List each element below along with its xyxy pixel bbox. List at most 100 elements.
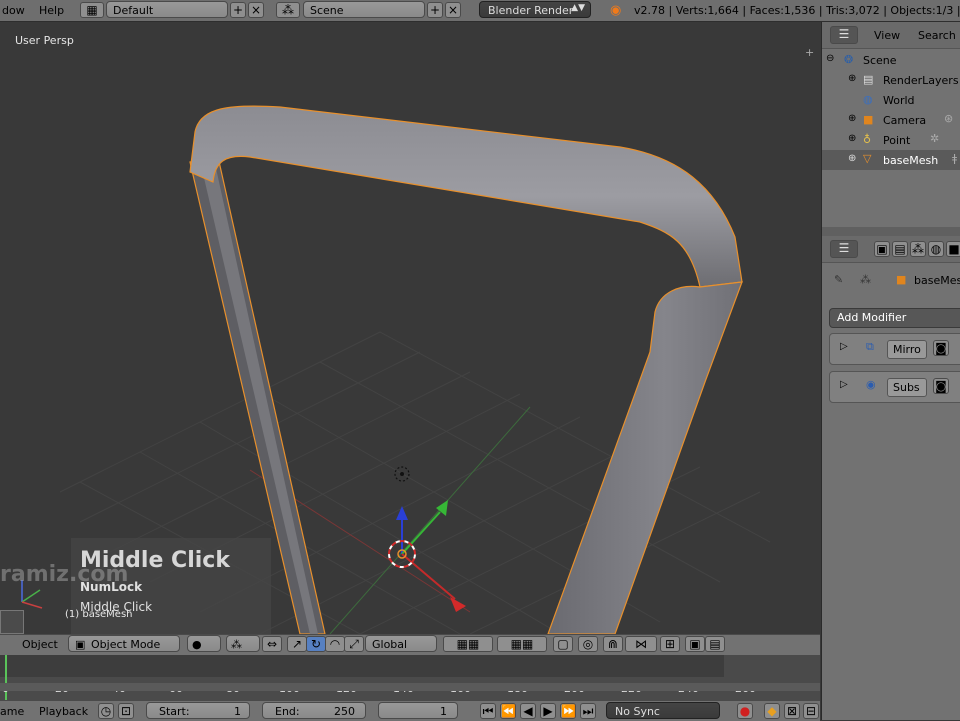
pivot-icon: ⁂ bbox=[231, 638, 242, 651]
record-icon[interactable]: ● bbox=[737, 703, 753, 719]
menu-window[interactable]: dow bbox=[2, 4, 25, 17]
outliner-item-label: Scene bbox=[863, 54, 897, 67]
prev-keyframe-icon[interactable]: ⏪ bbox=[500, 703, 516, 719]
object-tab-icon[interactable]: ■ bbox=[946, 241, 960, 257]
layer-buttons-2[interactable]: ▦▦ bbox=[497, 636, 547, 652]
camera-icon: ■ bbox=[863, 113, 874, 126]
add-layout-icon[interactable]: + bbox=[230, 2, 246, 18]
modifier-subsurf[interactable]: ▷ ◉ Subs ◙ bbox=[829, 371, 960, 403]
keying-set-icon[interactable]: ◆ bbox=[764, 703, 780, 719]
add-scene-icon[interactable]: + bbox=[427, 2, 443, 18]
outliner-search-menu[interactable]: Search bbox=[918, 29, 956, 42]
solid-shading-icon: ● bbox=[192, 638, 202, 651]
render-toggle-icon[interactable]: ◙ bbox=[933, 340, 949, 356]
expand-icon[interactable]: ⊕ bbox=[848, 113, 856, 124]
remove-layout-icon[interactable]: × bbox=[248, 2, 264, 18]
remove-scene-icon[interactable]: × bbox=[445, 2, 461, 18]
add-modifier-button[interactable]: Add Modifier bbox=[829, 308, 960, 328]
orientation-dropdown[interactable]: Global bbox=[365, 635, 437, 652]
expand-icon[interactable]: ⊕ bbox=[848, 153, 856, 164]
editor-type-icon[interactable]: ☰ bbox=[830, 240, 858, 258]
modifier-mirror[interactable]: ▷ ⧉ Mirro ◙ bbox=[829, 333, 960, 365]
keyframe-delete-icon[interactable]: ⊟ bbox=[803, 703, 819, 719]
playback-menu[interactable]: Playback bbox=[39, 705, 88, 718]
outliner-item-scene[interactable]: ⊖ ❂ Scene bbox=[822, 50, 960, 70]
scene-icon[interactable]: ⁂ bbox=[276, 2, 300, 18]
end-frame-field[interactable]: End: 250 bbox=[262, 702, 366, 719]
info-header: dow Help ▦ Default + × ⁂ Scene + × Blend… bbox=[0, 0, 960, 22]
jump-start-icon[interactable]: ⏮ bbox=[480, 703, 496, 719]
lamp-icon: ♁ bbox=[863, 133, 872, 146]
sync-dropdown[interactable]: No Sync bbox=[606, 702, 720, 719]
outliner-item-basemesh[interactable]: ⊕ ▽ baseMesh ǂ bbox=[822, 150, 960, 170]
outliner-item-point[interactable]: ⊕ ♁ Point ✲ bbox=[822, 130, 960, 150]
expand-triangle-icon[interactable]: ▷ bbox=[840, 379, 848, 390]
play-reverse-icon[interactable]: ◀ bbox=[520, 703, 536, 719]
render-tab-icon[interactable]: ▣ bbox=[874, 241, 890, 257]
screen-layout-icon[interactable]: ▦ bbox=[80, 2, 104, 18]
scale-icon[interactable]: ⤢ bbox=[344, 636, 364, 652]
layer-buttons-1[interactable]: ▦▦ bbox=[443, 636, 493, 652]
render-engine-label: Blender Render bbox=[488, 4, 574, 17]
outliner-item-label: baseMesh bbox=[883, 154, 939, 167]
outliner-item-camera[interactable]: ⊕ ■ Camera ⊛ bbox=[822, 110, 960, 130]
play-icon[interactable]: ▶ bbox=[540, 703, 556, 719]
pin-icon[interactable]: ✎ bbox=[834, 273, 843, 286]
outliner-scrollbar[interactable] bbox=[822, 227, 960, 236]
scene-tab-icon[interactable]: ⁂ bbox=[910, 241, 926, 257]
collapse-icon[interactable]: ⊖ bbox=[826, 53, 834, 64]
timeline-frame-range bbox=[0, 655, 724, 677]
current-frame-field[interactable]: 1 bbox=[378, 702, 458, 719]
modifier-name-field[interactable]: Mirro bbox=[887, 340, 927, 359]
outliner-item-label: Camera bbox=[883, 114, 927, 127]
rotate-manipulator-icon[interactable]: ↻ bbox=[306, 636, 326, 652]
render-engine-dropdown[interactable]: Blender Render ▲▼ bbox=[479, 1, 591, 18]
outliner-item-world[interactable]: ◍ World bbox=[822, 90, 960, 110]
timeline-scrollbar[interactable] bbox=[0, 683, 820, 691]
frame-menu[interactable]: ame bbox=[0, 705, 24, 718]
snap-element-icon[interactable]: ⋈ bbox=[625, 636, 657, 652]
translate-icon[interactable]: ↗ bbox=[287, 636, 307, 652]
render-anim-icon[interactable]: ▤ bbox=[705, 636, 725, 652]
snap-toggle-icon[interactable]: ⋒ bbox=[603, 636, 623, 652]
render-still-icon[interactable]: ▣ bbox=[685, 636, 705, 652]
expand-icon[interactable]: ⊕ bbox=[848, 73, 856, 84]
modifier-name-field[interactable]: Subs bbox=[887, 378, 927, 397]
mesh-top-bar bbox=[189, 105, 743, 288]
start-frame-field[interactable]: Start: 1 bbox=[146, 702, 250, 719]
scene-selector[interactable]: Scene bbox=[303, 1, 425, 18]
object-menu[interactable]: Object bbox=[22, 638, 58, 651]
z-axis-arrow-icon[interactable] bbox=[396, 506, 408, 520]
mode-dropdown[interactable]: ▣ Object Mode bbox=[68, 635, 180, 652]
scene-icon: ❂ bbox=[844, 53, 854, 66]
rotate-icon[interactable]: ◠ bbox=[325, 636, 345, 652]
expand-icon[interactable]: ⊕ bbox=[848, 133, 856, 144]
timeline-area[interactable]: 0 20 40 60 80 100 120 140 160 180 200 22… bbox=[0, 655, 820, 700]
preview-range-icon[interactable]: ◷ bbox=[98, 703, 114, 719]
outliner-view-menu[interactable]: View bbox=[874, 29, 900, 42]
expand-triangle-icon[interactable]: ▷ bbox=[840, 341, 848, 352]
viewport-shading-dropdown[interactable]: ● bbox=[187, 635, 221, 652]
nav-widget-icon[interactable] bbox=[0, 610, 24, 634]
manipulator-toggle-icon[interactable]: ⇔ bbox=[262, 636, 282, 652]
outliner-panel: ☰ View Search ⊖ ❂ Scene ⊕ ▤ RenderLayers… bbox=[821, 22, 960, 236]
pivot-dropdown[interactable]: ⁂ bbox=[226, 635, 260, 652]
outliner-item-renderlayers[interactable]: ⊕ ▤ RenderLayers bbox=[822, 70, 960, 90]
x-axis-arrow-icon[interactable] bbox=[450, 597, 466, 612]
world-tab-icon[interactable]: ◍ bbox=[928, 241, 944, 257]
menu-help[interactable]: Help bbox=[39, 4, 64, 17]
snap-target-icon[interactable]: ⊞ bbox=[660, 636, 680, 652]
lock-layers-icon[interactable]: ▢ bbox=[553, 636, 573, 652]
area-split-icon[interactable]: + bbox=[805, 46, 814, 59]
proportional-edit-icon[interactable]: ◎ bbox=[578, 636, 598, 652]
next-keyframe-icon[interactable]: ⏩ bbox=[560, 703, 576, 719]
lock-time-icon[interactable]: ⊡ bbox=[118, 703, 134, 719]
jump-end-icon[interactable]: ⏭ bbox=[580, 703, 596, 719]
layout-selector[interactable]: Default bbox=[106, 1, 228, 18]
layers-tab-icon[interactable]: ▤ bbox=[892, 241, 908, 257]
render-toggle-icon[interactable]: ◙ bbox=[933, 378, 949, 394]
add-modifier-label: Add Modifier bbox=[837, 311, 907, 324]
3d-viewport[interactable]: User Persp Middle Click NumLock Middle C… bbox=[0, 22, 820, 634]
keyframe-insert-icon[interactable]: ⊠ bbox=[784, 703, 800, 719]
editor-type-icon[interactable]: ☰ bbox=[830, 26, 858, 44]
